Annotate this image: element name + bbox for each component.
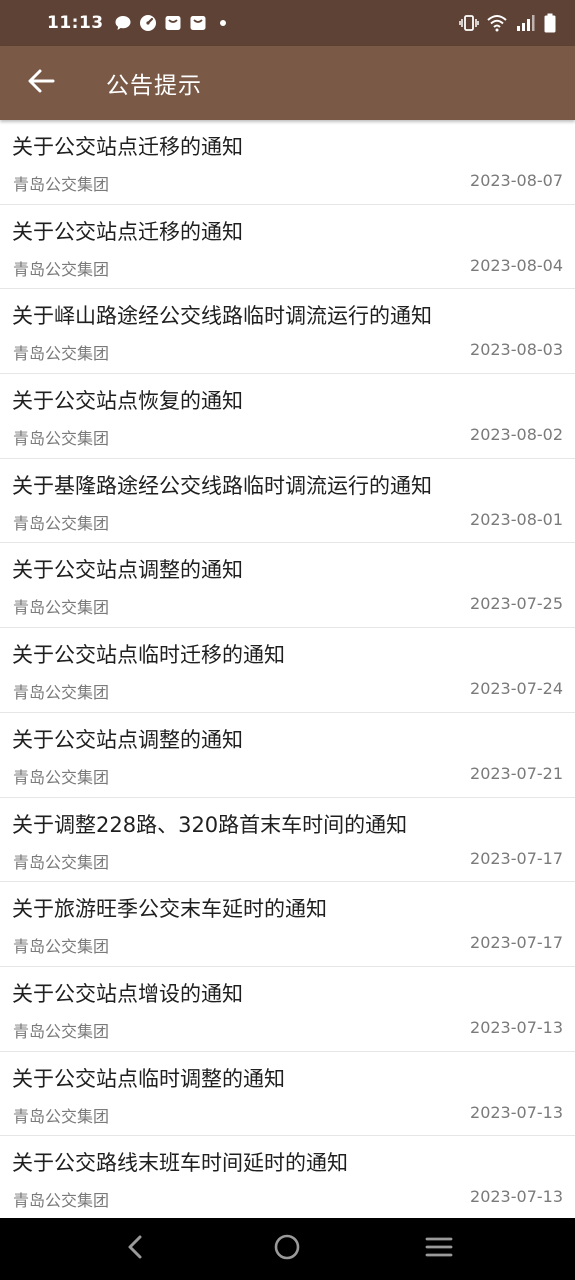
notice-date: 2023-08-04: [470, 255, 563, 275]
notice-item[interactable]: 关于公交站点临时迁移的通知 青岛公交集团 2023-07-24: [0, 628, 575, 713]
nav-menu-button[interactable]: [409, 1218, 469, 1280]
wifi-icon: [487, 14, 507, 32]
notice-item[interactable]: 关于公交站点调整的通知 青岛公交集团 2023-07-25: [0, 543, 575, 629]
notice-date: 2023-07-13: [470, 1017, 563, 1037]
notice-item[interactable]: 关于公交站点恢复的通知 青岛公交集团 2023-08-02: [0, 374, 575, 459]
notice-source: 青岛公交集团: [13, 683, 110, 703]
nav-home-icon: [273, 1233, 301, 1265]
mail-bag-icon: [189, 14, 207, 32]
notice-title: 关于公交站点调整的通知: [12, 558, 243, 583]
notice-item[interactable]: 关于公交站点增设的通知 青岛公交集团 2023-07-13: [0, 967, 575, 1052]
notice-item[interactable]: 关于公交站点迁移的通知 青岛公交集团 2023-08-07: [0, 120, 575, 205]
notice-source: 青岛公交集团: [13, 259, 110, 279]
battery-icon: [543, 13, 557, 33]
notice-date: 2023-07-17: [470, 933, 563, 953]
notice-source: 青岛公交集团: [13, 1106, 110, 1126]
notice-date: 2023-07-17: [470, 848, 563, 868]
notice-title: 关于基隆路途经公交线路临时调流运行的通知: [12, 473, 432, 498]
notice-date: 2023-08-02: [470, 425, 563, 445]
speedometer-icon: [139, 14, 157, 32]
notice-title: 关于峄山路途经公交线路临时调流运行的通知: [12, 304, 432, 329]
notice-title: 关于公交站点调整的通知: [12, 727, 243, 752]
status-bar: 11:13: [0, 0, 575, 46]
mail-bag-icon: [164, 14, 182, 32]
notice-source: 青岛公交集团: [13, 1191, 110, 1211]
notice-item[interactable]: 关于公交站点迁移的通知 青岛公交集团 2023-08-04: [0, 205, 575, 290]
notice-title: 关于公交站点临时迁移的通知: [12, 643, 285, 668]
notice-source: 青岛公交集团: [13, 429, 110, 449]
notice-item[interactable]: 关于公交站点临时调整的通知 青岛公交集团 2023-07-13: [0, 1052, 575, 1137]
back-button[interactable]: [0, 46, 82, 120]
notice-source: 青岛公交集团: [13, 598, 110, 618]
nav-home-button[interactable]: [257, 1218, 317, 1280]
notice-date: 2023-08-03: [470, 340, 563, 360]
notification-icons: [114, 14, 232, 32]
notice-date: 2023-07-24: [470, 679, 563, 699]
notice-date: 2023-07-25: [470, 594, 563, 614]
notice-source: 青岛公交集团: [13, 767, 110, 787]
notice-item[interactable]: 关于峄山路途经公交线路临时调流运行的通知 青岛公交集团 2023-08-03: [0, 289, 575, 375]
chat-bubble-icon: [114, 14, 132, 32]
notice-item[interactable]: 关于基隆路途经公交线路临时调流运行的通知 青岛公交集团 2023-08-01: [0, 459, 575, 544]
notice-item[interactable]: 关于旅游旺季公交末车延时的通知 青岛公交集团 2023-07-17: [0, 882, 575, 967]
notice-title: 关于公交站点增设的通知: [12, 981, 243, 1006]
notice-date: 2023-07-13: [470, 1187, 563, 1207]
notice-title: 关于公交站点迁移的通知: [12, 219, 243, 244]
notice-date: 2023-07-13: [470, 1102, 563, 1122]
system-icons: [459, 13, 557, 33]
notice-source: 青岛公交集团: [13, 344, 110, 364]
notice-source: 青岛公交集团: [13, 852, 110, 872]
notice-source: 青岛公交集团: [13, 937, 110, 957]
notice-title: 关于公交站点恢复的通知: [12, 389, 243, 414]
nav-back-icon: [124, 1233, 148, 1265]
nav-menu-icon: [425, 1235, 453, 1263]
notice-source: 青岛公交集团: [13, 513, 110, 533]
notice-title: 关于公交路线末班车时间延时的通知: [12, 1151, 348, 1176]
system-nav-bar: [0, 1218, 575, 1280]
notice-item[interactable]: 关于调整228路、320路首末车时间的通知 青岛公交集团 2023-07-17: [0, 798, 575, 883]
notice-source: 青岛公交集团: [13, 1021, 110, 1041]
notice-date: 2023-08-07: [470, 171, 563, 190]
notice-title: 关于公交站点迁移的通知: [12, 135, 243, 159]
signal-icon: [515, 14, 535, 32]
notice-list[interactable]: 关于公交站点迁移的通知 青岛公交集团 2023-08-07 关于公交站点迁移的通…: [0, 120, 575, 1218]
notice-title: 关于旅游旺季公交末车延时的通知: [12, 897, 327, 922]
app-bar: 公告提示: [0, 46, 575, 120]
notice-title: 关于公交站点临时调整的通知: [12, 1066, 285, 1091]
notice-item[interactable]: 关于公交站点调整的通知 青岛公交集团 2023-07-21: [0, 713, 575, 798]
dot-icon: [214, 14, 232, 32]
vibrate-icon: [459, 14, 479, 32]
arrow-left-icon: [27, 67, 55, 99]
notice-title: 关于调整228路、320路首末车时间的通知: [12, 812, 408, 837]
nav-back-button[interactable]: [106, 1218, 166, 1280]
notice-date: 2023-08-01: [470, 509, 563, 529]
page-title: 公告提示: [106, 73, 202, 99]
status-time: 11:13: [47, 13, 104, 33]
notice-source: 青岛公交集团: [13, 175, 110, 194]
notice-date: 2023-07-21: [470, 763, 563, 783]
notice-item[interactable]: 关于公交路线末班车时间延时的通知 青岛公交集团 2023-07-13: [0, 1136, 575, 1218]
